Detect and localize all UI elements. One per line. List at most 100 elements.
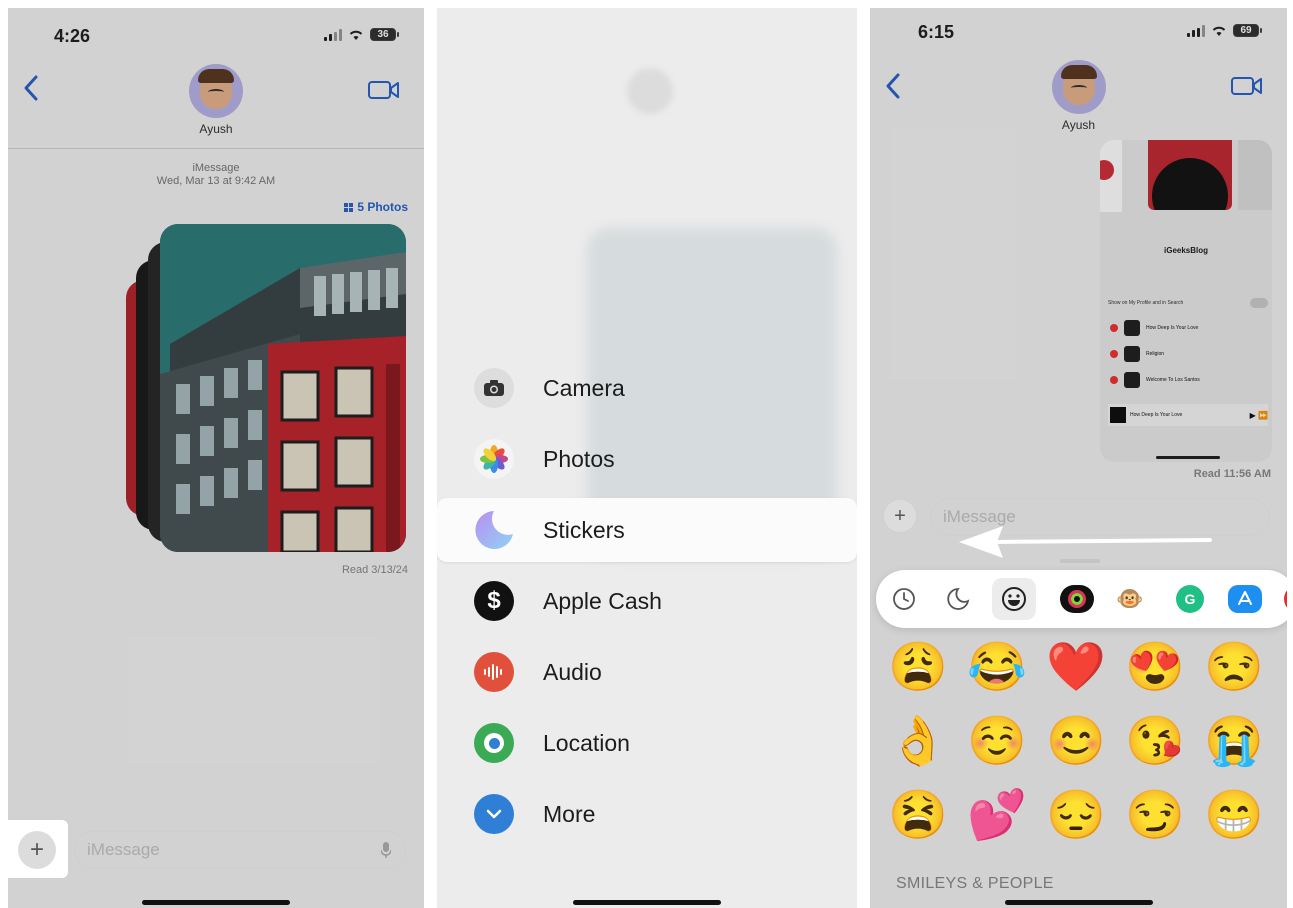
memoji-icon[interactable]: 🐵 xyxy=(1116,585,1144,613)
photos-icon xyxy=(474,439,514,479)
emoji-key[interactable]: 😊 xyxy=(1046,714,1106,770)
message-placeholder: iMessage xyxy=(87,840,160,859)
drawer-grabber[interactable] xyxy=(1060,559,1100,563)
song-title: Religion xyxy=(1146,351,1165,357)
home-indicator xyxy=(573,900,721,905)
location-icon xyxy=(474,723,514,763)
song-title: How Deep Is Your Love xyxy=(1146,325,1199,331)
more-icon xyxy=(474,794,514,834)
facetime-video-icon[interactable] xyxy=(1231,76,1263,96)
now-playing: How Deep Is Your Love xyxy=(1130,412,1183,418)
song-title: Welcome To Los Santos xyxy=(1146,377,1200,383)
plus-button[interactable]: + xyxy=(18,831,56,869)
mini-player: How Deep Is Your Love ▶ ⏩ xyxy=(1108,404,1268,426)
app-store-icon[interactable] xyxy=(1228,585,1262,613)
emoji-grid: 😩 😂 ❤️ 😍 😒 👌 ☺️ 😊 😘 😭 😫 💕 😔 😏 😁 xyxy=(888,640,1268,844)
photos-count-label: 5 Photos xyxy=(357,200,408,214)
emoji-key[interactable]: 😭 xyxy=(1204,714,1264,770)
home-indicator xyxy=(142,900,290,905)
emoji-key[interactable]: 👌 xyxy=(888,714,948,770)
emoji-key[interactable]: 😘 xyxy=(1125,714,1185,770)
back-chevron-icon[interactable] xyxy=(22,74,40,102)
toggle-switch xyxy=(1250,298,1268,308)
status-time: 4:26 xyxy=(54,26,91,46)
stickers-icon xyxy=(474,510,514,550)
compose-bar: + xyxy=(884,500,916,532)
emoji-key[interactable]: 💕 xyxy=(967,788,1027,844)
memoji-face xyxy=(198,69,234,109)
menu-label: Stickers xyxy=(543,516,625,543)
avatar[interactable] xyxy=(189,64,243,118)
wifi-icon xyxy=(349,30,363,40)
grammarly-icon[interactable]: G xyxy=(1176,585,1204,613)
menu-label: Audio xyxy=(543,658,602,685)
messages-conversation-panel: 4:26 36 Ayush iMessage Wed, Mar 13 at 9:… xyxy=(8,8,424,908)
memoji-face xyxy=(1060,65,1097,105)
menu-item-photos[interactable]: Photos xyxy=(437,427,857,491)
emoji-section-title: SMILEYS & PEOPLE xyxy=(896,875,1054,892)
photos-count-link[interactable]: 5 Photos xyxy=(344,200,408,214)
emoji-icon[interactable] xyxy=(992,578,1036,620)
app-drawer: 🐵 G xyxy=(876,570,1287,628)
embed-thumb xyxy=(1100,140,1122,212)
message-input[interactable]: iMessage xyxy=(74,831,406,869)
building-photo[interactable] xyxy=(160,224,406,552)
status-time: 6:15 xyxy=(918,22,955,42)
plus-button[interactable]: + xyxy=(884,500,916,532)
emoji-key[interactable]: 😁 xyxy=(1204,788,1264,844)
status-icons: 36 xyxy=(324,28,399,41)
status-icons: 69 xyxy=(1187,24,1262,37)
menu-item-location[interactable]: Location xyxy=(437,711,857,775)
emoji-key[interactable]: 😩 xyxy=(888,640,948,696)
recents-icon[interactable] xyxy=(890,585,918,613)
emoji-key[interactable]: ☺️ xyxy=(967,714,1027,770)
embed-toggle-label: Show on My Profile and in Search xyxy=(1108,300,1184,306)
emoji-key[interactable]: 😒 xyxy=(1204,640,1264,696)
shared-screenshot[interactable]: iGeeksBlog Show on My Profile and in Sea… xyxy=(1100,140,1272,462)
album-art xyxy=(1148,140,1232,210)
compose-bar: + xyxy=(18,831,56,869)
menu-label: Photos xyxy=(543,445,615,472)
stickers-icon[interactable] xyxy=(944,585,972,613)
signal-icon xyxy=(1187,24,1205,37)
apple-cash-icon: $ xyxy=(474,581,514,621)
read-receipt: Read 11:56 AM xyxy=(1193,468,1271,480)
emoji-key[interactable]: 😂 xyxy=(967,640,1027,696)
contact-name[interactable]: Ayush xyxy=(199,122,232,136)
back-chevron-icon[interactable] xyxy=(884,72,902,100)
contact-name[interactable]: Ayush xyxy=(1062,118,1095,132)
home-indicator xyxy=(1004,900,1153,905)
wifi-icon xyxy=(1212,26,1226,36)
menu-item-more[interactable]: More xyxy=(437,782,857,846)
facetime-video-icon[interactable] xyxy=(368,80,400,100)
avatar[interactable] xyxy=(1051,60,1106,114)
fitness-icon[interactable] xyxy=(1060,585,1094,613)
apps-menu-panel: Camera Photos Stickers $ Apple Cash Audi… xyxy=(437,8,857,908)
service-label: iMessage xyxy=(192,162,240,174)
battery-icon: 36 xyxy=(370,28,399,41)
audio-icon xyxy=(474,652,514,692)
emoji-key[interactable]: ❤️ xyxy=(1046,640,1106,696)
emoji-key[interactable]: 😏 xyxy=(1125,788,1185,844)
blurred-avatar xyxy=(627,68,673,114)
menu-item-stickers[interactable]: Stickers xyxy=(437,498,857,562)
header-divider xyxy=(8,148,424,149)
emoji-key[interactable]: 😔 xyxy=(1046,788,1106,844)
message-timestamp: Wed, Mar 13 at 9:42 AM xyxy=(156,175,276,187)
more-app-icon[interactable] xyxy=(1284,585,1287,613)
embed-title: iGeeksBlog xyxy=(1164,246,1209,255)
menu-label: Location xyxy=(543,729,630,756)
signal-icon xyxy=(324,28,342,41)
menu-item-apple-cash[interactable]: $ Apple Cash xyxy=(437,569,857,633)
emoji-key[interactable]: 😍 xyxy=(1125,640,1185,696)
emoji-drawer-panel: 6:15 69 Ayush iGeeksBlog Show on My Prof… xyxy=(870,8,1287,908)
menu-item-audio[interactable]: Audio xyxy=(437,640,857,704)
swipe-left-arrow xyxy=(959,526,1212,558)
menu-item-camera[interactable]: Camera xyxy=(437,356,857,420)
menu-label: Camera xyxy=(543,374,625,401)
microphone-icon[interactable] xyxy=(381,842,391,858)
grid-icon xyxy=(344,202,354,212)
emoji-key[interactable]: 😫 xyxy=(888,788,948,844)
read-receipt: Read 3/13/24 xyxy=(341,564,408,576)
battery-icon: 69 xyxy=(1233,24,1262,37)
